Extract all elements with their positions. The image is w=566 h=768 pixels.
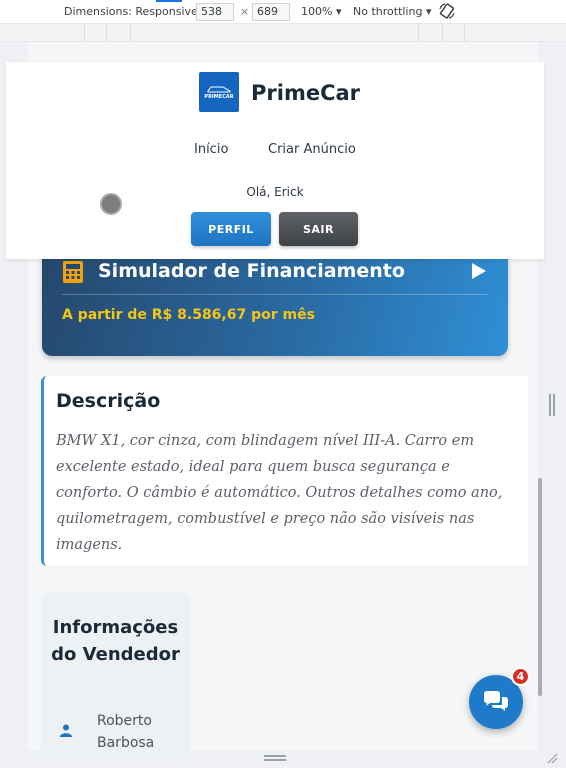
times-sign: × (240, 5, 250, 18)
scrollbar-thumb[interactable] (538, 478, 542, 696)
chat-notification-badge: 4 (511, 667, 530, 686)
car-icon (207, 86, 231, 93)
seller-title: Informações do Vendedor (51, 617, 180, 665)
site-header: PRIMECAR PrimeCar Início Criar Anúncio O… (6, 62, 544, 259)
greeting: Olá, Erick (246, 185, 304, 199)
logo[interactable]: PRIMECAR (199, 72, 239, 112)
logout-button[interactable]: SAIR (279, 212, 358, 246)
description-card: Descrição BMW X1, cor cinza, com blindag… (41, 376, 528, 566)
description-text: BMW X1, cor cinza, com blindagem nível I… (56, 433, 503, 553)
seller-name: Roberto Barbosa (97, 713, 155, 751)
zoom-label: 100% (301, 5, 333, 18)
user-icon (60, 724, 72, 737)
resize-handle-bottom[interactable] (264, 755, 286, 761)
devtools-toolbar: Dimensions: Responsive ▾ 538 × 689 100% … (0, 0, 566, 24)
resize-corner-icon[interactable] (546, 752, 558, 764)
resize-handle-right[interactable] (549, 394, 555, 416)
width-input[interactable]: 538 (196, 3, 234, 21)
nav-create-ad[interactable]: Criar Anúncio (268, 142, 356, 157)
media-query-ruler (0, 24, 566, 42)
rotate-icon[interactable] (438, 2, 456, 23)
monthly-price: A partir de R$ 8.586,67 por mês (62, 307, 315, 323)
dimensions-dropdown[interactable]: Dimensions: Responsive ▾ (64, 5, 207, 18)
seller-card: Informações do Vendedor Roberto Barbosa (41, 592, 190, 762)
chat-bubbles-icon (484, 691, 508, 711)
brand-name[interactable]: PrimeCar (251, 81, 360, 105)
touch-cursor (100, 193, 122, 215)
logo-text: PRIMECAR (204, 94, 234, 100)
active-tab-indicator (156, 0, 182, 2)
divider (62, 294, 488, 295)
description-title: Descrição (56, 390, 161, 412)
simulator-title: Simulador de Financiamento (98, 260, 405, 282)
throttling-dropdown[interactable]: No throttling ▾ (353, 5, 431, 18)
zoom-dropdown[interactable]: 100% ▾ (301, 5, 341, 18)
nav-home[interactable]: Início (194, 142, 228, 157)
calculator-icon (63, 261, 83, 283)
financing-simulator[interactable]: Simulador de Financiamento A partir de R… (42, 244, 508, 356)
throttling-label: No throttling (353, 5, 423, 18)
dimensions-label: Dimensions: Responsive (64, 5, 198, 18)
expand-arrow-icon[interactable] (472, 263, 486, 279)
profile-button[interactable]: PERFIL (191, 212, 271, 246)
height-input[interactable]: 689 (252, 3, 290, 21)
